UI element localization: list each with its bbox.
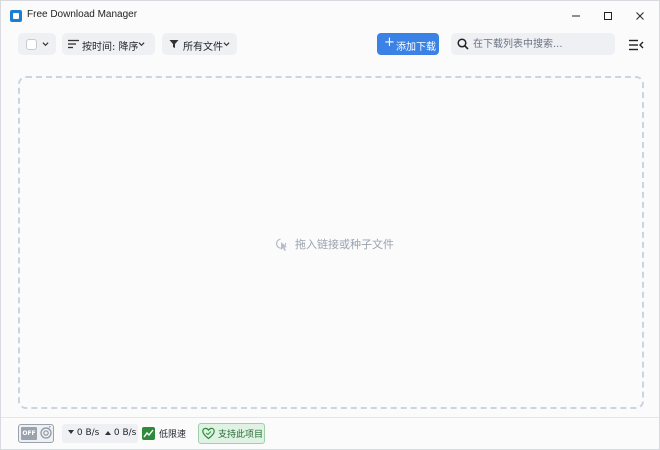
- minimize-icon: [572, 15, 580, 17]
- pointer-click-icon: [275, 238, 287, 251]
- fdm-logo-icon: [10, 10, 22, 22]
- close-icon: [636, 12, 644, 20]
- speed-limit-label: 低限速: [159, 430, 187, 440]
- support-project-button[interactable]: 支持此项目: [198, 423, 265, 444]
- app-window: Free Download Manager 按时间: 降序 所有文件 + 添加下…: [0, 0, 660, 450]
- title-bar: Free Download Manager: [1, 1, 659, 31]
- heart-icon: [202, 427, 215, 440]
- download-arrow-icon: [68, 430, 74, 434]
- snail-icon: [40, 426, 52, 439]
- filter-label: 所有文件: [183, 42, 223, 53]
- search-icon: [457, 38, 469, 50]
- minimize-button[interactable]: [560, 1, 592, 31]
- chevron-down-icon: [138, 42, 145, 47]
- drop-hint: 拖入链接或种子文件: [274, 236, 394, 252]
- status-bar: OFF 0 B/s 0 B/s 低限速 支持此项目: [1, 417, 659, 449]
- toggle-off-label: OFF: [21, 427, 37, 440]
- speed-chart-icon: [142, 427, 155, 440]
- sort-label: 按时间: 降序: [82, 42, 139, 53]
- select-all-checkbox[interactable]: [26, 39, 37, 50]
- sort-dropdown[interactable]: 按时间: 降序: [62, 33, 155, 55]
- chevron-down-icon: [42, 42, 49, 47]
- search-box[interactable]: [451, 33, 615, 55]
- speed-indicator[interactable]: 0 B/s 0 B/s: [62, 424, 138, 443]
- download-speed: 0 B/s: [68, 428, 99, 438]
- speed-limit-button[interactable]: 低限速: [142, 424, 186, 443]
- upload-arrow-icon: [105, 431, 111, 435]
- add-download-label: 添加下载: [396, 42, 436, 53]
- select-all-dropdown[interactable]: [18, 33, 56, 55]
- sort-lines-icon: [68, 39, 79, 49]
- support-label: 支持此项目: [218, 430, 264, 440]
- upload-speed-value: 0 B/s: [113, 428, 137, 438]
- download-speed-value: 0 B/s: [76, 428, 100, 438]
- chevron-down-icon: [223, 42, 230, 47]
- toolbar: 按时间: 降序 所有文件 + 添加下载: [1, 31, 659, 59]
- window-title: Free Download Manager: [27, 9, 138, 20]
- upload-speed: 0 B/s: [105, 428, 136, 438]
- hamburger-menu-icon: [629, 39, 644, 51]
- snail-mode-toggle[interactable]: OFF: [18, 424, 54, 443]
- download-drop-zone[interactable]: 拖入链接或种子文件: [18, 76, 644, 409]
- maximize-button[interactable]: [592, 1, 624, 31]
- add-download-button[interactable]: + 添加下载: [377, 33, 439, 55]
- filter-dropdown[interactable]: 所有文件: [162, 33, 237, 55]
- search-input[interactable]: [473, 36, 609, 52]
- plus-icon: +: [384, 35, 395, 50]
- funnel-icon: [169, 40, 179, 48]
- maximize-icon: [604, 12, 612, 20]
- close-button[interactable]: [624, 1, 656, 31]
- drop-hint-text: 拖入链接或种子文件: [295, 238, 394, 251]
- main-menu-button[interactable]: [628, 37, 644, 51]
